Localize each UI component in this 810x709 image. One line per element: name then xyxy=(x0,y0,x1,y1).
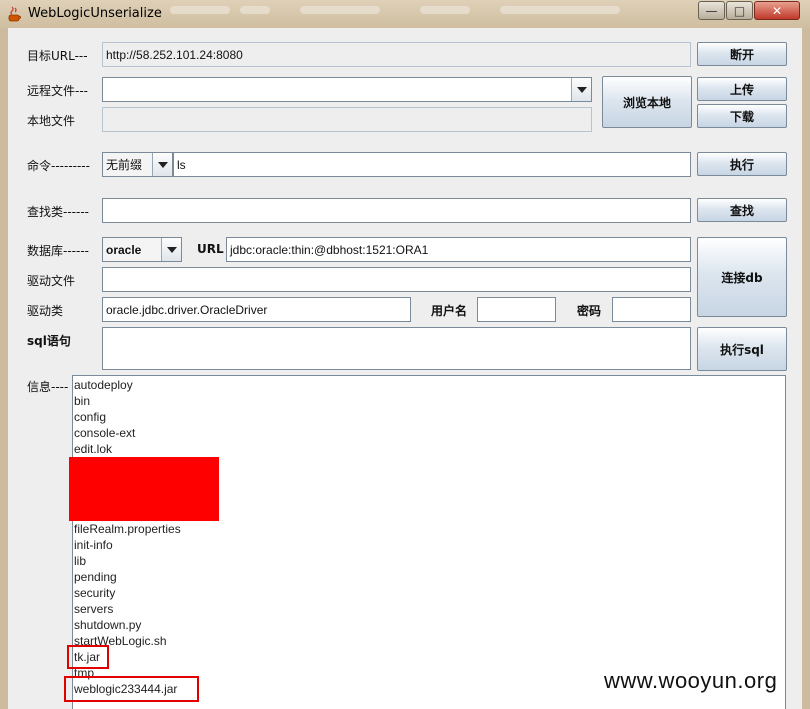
driver-file-label: 驱动文件 xyxy=(27,274,76,288)
command-input[interactable]: ls xyxy=(173,152,691,177)
find-class-input[interactable] xyxy=(102,198,691,223)
remote-file-label: 远程文件--- xyxy=(27,84,88,98)
list-item: fileRealm.properties xyxy=(74,522,181,536)
sql-textarea[interactable] xyxy=(102,327,691,370)
maximize-button[interactable]: □ xyxy=(726,1,753,20)
sql-label: sql语句 xyxy=(27,334,71,348)
redaction-block xyxy=(69,457,219,521)
prefix-dropdown-arrow[interactable] xyxy=(152,153,172,176)
highlight-box-tk-jar xyxy=(67,645,109,669)
list-item: bin xyxy=(74,394,91,408)
target-url-label: 目标URL--- xyxy=(27,49,88,63)
upload-button[interactable]: 上传 xyxy=(697,77,787,101)
maximize-icon: □ xyxy=(733,3,746,18)
browse-local-button[interactable]: 浏览本地 xyxy=(602,76,692,128)
info-label: 信息---- xyxy=(27,380,69,394)
list-item: console-ext xyxy=(74,426,136,440)
chevron-down-icon xyxy=(157,161,168,168)
list-item: pending xyxy=(74,570,117,584)
prefix-combo[interactable]: 无前缀 xyxy=(102,152,173,177)
database-combo[interactable]: oracle xyxy=(102,237,182,262)
driver-class-input[interactable]: oracle.jdbc.driver.OracleDriver xyxy=(102,297,411,322)
minimize-icon: — xyxy=(705,3,718,18)
jdbc-url-input[interactable]: jdbc:oracle:thin:@dbhost:1521:ORA1 xyxy=(226,237,691,262)
download-button[interactable]: 下载 xyxy=(697,104,787,128)
watermark: www.wooyun.org xyxy=(604,668,778,693)
remote-file-dropdown-arrow[interactable] xyxy=(571,78,591,101)
title-bar: WebLogicUnserialize — □ ✕ xyxy=(0,0,810,28)
highlight-box-weblogic-jar xyxy=(64,676,199,702)
database-label: 数据库------ xyxy=(27,244,89,258)
info-output-area[interactable]: autodeploy bin config console-ext edit.l… xyxy=(64,375,786,709)
username-label: 用户名 xyxy=(431,304,468,318)
local-file-label: 本地文件 xyxy=(27,114,76,128)
main-panel: 目标URL--- http://58.252.101.24:8080 断开 远程… xyxy=(8,28,802,709)
list-item: autodeploy xyxy=(74,378,133,392)
url-label: URL xyxy=(197,242,224,256)
driver-file-input[interactable] xyxy=(102,267,691,292)
list-item: shutdown.py xyxy=(74,618,142,632)
list-item: edit.lok xyxy=(74,442,113,456)
find-button[interactable]: 查找 xyxy=(697,198,787,222)
list-item: init-info xyxy=(74,538,113,552)
chevron-down-icon xyxy=(576,86,587,93)
list-item: config xyxy=(74,410,107,424)
database-selected: oracle xyxy=(106,242,142,257)
password-input[interactable] xyxy=(612,297,691,322)
find-class-label: 查找类------ xyxy=(27,205,89,219)
java-app-icon xyxy=(8,6,21,22)
password-label: 密码 xyxy=(577,304,602,318)
database-dropdown-arrow[interactable] xyxy=(161,238,181,261)
command-label: 命令--------- xyxy=(27,159,90,173)
chevron-down-icon xyxy=(166,246,177,253)
remote-file-combo[interactable] xyxy=(102,77,592,102)
execute-sql-button[interactable]: 执行sql xyxy=(697,327,787,371)
username-input[interactable] xyxy=(477,297,556,322)
app-window: WebLogicUnserialize — □ ✕ 目标URL--- http:… xyxy=(0,0,810,709)
minimize-button[interactable]: — xyxy=(698,1,725,20)
list-item: servers xyxy=(74,602,114,616)
close-button[interactable]: ✕ xyxy=(754,1,800,20)
window-title: WebLogicUnserialize xyxy=(28,6,162,21)
close-icon: ✕ xyxy=(771,3,783,18)
execute-button[interactable]: 执行 xyxy=(697,152,787,176)
target-url-field: http://58.252.101.24:8080 xyxy=(102,42,691,67)
disconnect-button[interactable]: 断开 xyxy=(697,42,787,66)
prefix-selected: 无前缀 xyxy=(106,158,143,172)
driver-class-label: 驱动类 xyxy=(27,304,64,318)
list-item: lib xyxy=(74,554,87,568)
list-item: security xyxy=(74,586,116,600)
local-file-field xyxy=(102,107,592,132)
connect-db-button[interactable]: 连接db xyxy=(697,237,787,317)
